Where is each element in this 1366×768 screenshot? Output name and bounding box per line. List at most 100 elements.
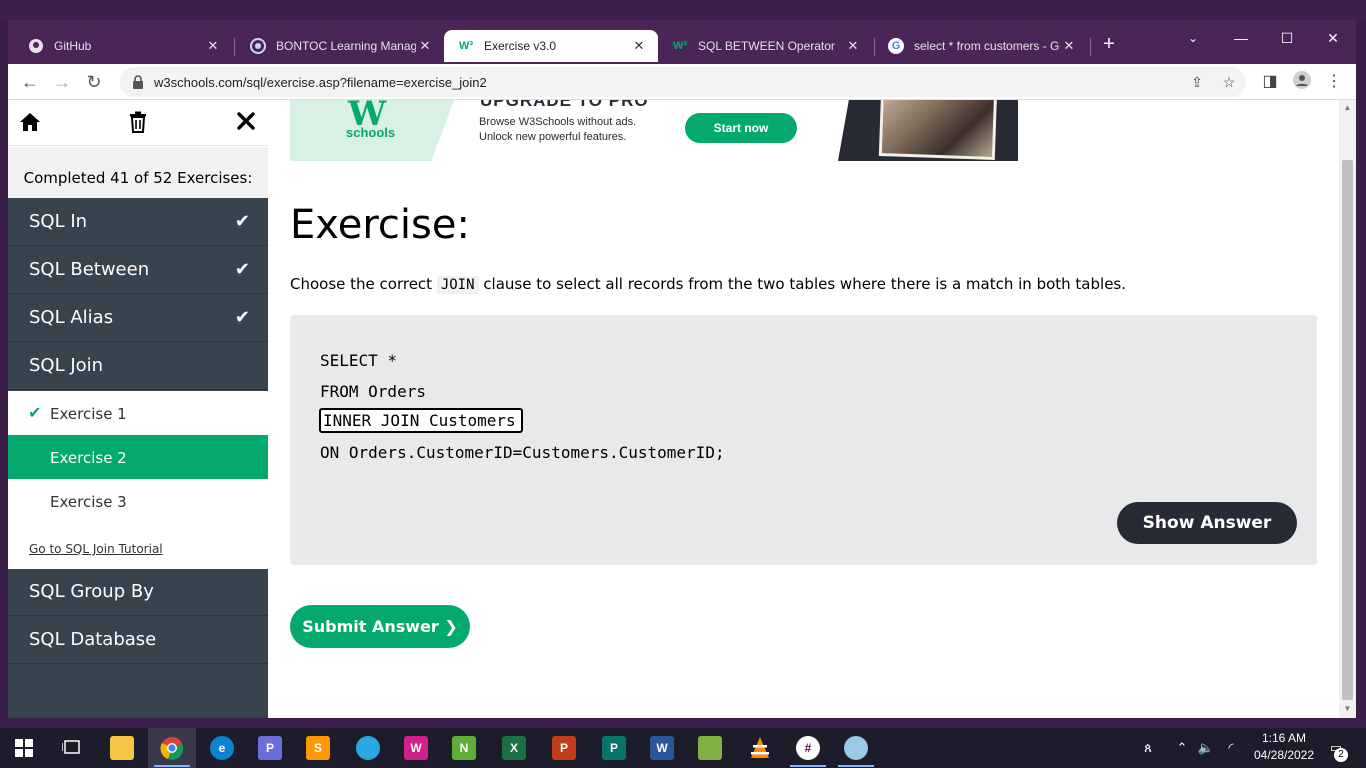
tab-google-search[interactable]: G select * from customers - Go ✕ [874, 30, 1088, 62]
vertical-scrollbar[interactable]: ▲ ▼ [1339, 100, 1356, 718]
app-icon-blue[interactable] [344, 728, 392, 768]
side-panel-icon[interactable]: ◨ [1258, 70, 1282, 94]
desktop-background-bottom [0, 718, 1366, 728]
reload-icon[interactable]: ↻ [82, 70, 106, 94]
sidebar-exercise-3[interactable]: Exercise 3 [8, 479, 268, 528]
maximize-button[interactable]: ☐ [1272, 26, 1302, 50]
menu-kebab-icon[interactable]: ⋮ [1322, 70, 1346, 94]
webstorm-icon[interactable]: W [392, 728, 440, 768]
w3schools-icon: W³ [672, 40, 688, 52]
ad-description: Browse W3Schools without ads. [479, 116, 637, 128]
file-explorer-icon[interactable] [98, 728, 146, 768]
tab-title: Exercise v3.0 [484, 39, 557, 53]
exercise-label: Exercise 1 [50, 405, 127, 423]
close-tab-icon[interactable]: ✕ [204, 38, 222, 54]
sidebar-item-label: SQL Database [29, 629, 157, 650]
new-tab-button[interactable]: + [1098, 34, 1120, 56]
sidebar-item-label: SQL Alias [29, 307, 114, 328]
tutorial-link-row: Go to SQL Join Tutorial [8, 528, 268, 569]
sidebar-item-sql-database[interactable]: SQL Database [8, 617, 268, 664]
sidebar-exercise-1[interactable]: ✔ Exercise 1 [8, 391, 268, 435]
sidebar-item-label: SQL In [29, 211, 88, 232]
w3schools-icon: W³ [458, 40, 474, 52]
tab-title: SQL BETWEEN Operator [698, 39, 835, 53]
start-button[interactable] [0, 728, 48, 768]
app-icon-green[interactable] [686, 728, 734, 768]
excel-icon[interactable]: X [490, 728, 538, 768]
edge-icon[interactable]: e [198, 728, 246, 768]
tutorial-link[interactable]: Go to SQL Join Tutorial [29, 542, 163, 556]
scroll-up-arrow-icon[interactable]: ▲ [1342, 103, 1353, 113]
sidebar-header: Completed 41 of 52 Exercises: [8, 100, 268, 198]
checkmark-icon: ✔ [234, 259, 250, 280]
sidebar-exercise-2[interactable]: Exercise 2 [8, 435, 268, 479]
sidebar-item-sql-in[interactable]: SQL In ✔ [8, 199, 268, 246]
powerpoint-icon[interactable]: P [540, 728, 588, 768]
task-view-icon[interactable] [48, 728, 96, 768]
minimize-button[interactable]: — [1226, 26, 1256, 50]
browser-window: GitHub ✕ BONTOC Learning Managem ✕ W³ Ex… [8, 20, 1356, 718]
ad-headline: UPGRADE TO PRO [480, 100, 649, 110]
slack-icon[interactable]: # [784, 728, 832, 768]
submit-answer-button[interactable]: Submit Answer ❯ [290, 605, 470, 648]
close-tab-icon[interactable]: ✕ [844, 38, 862, 54]
share-icon[interactable]: ⇪ [1186, 71, 1208, 93]
clock-time[interactable]: 1:16 AM [1250, 731, 1318, 745]
sidebar-item-label: SQL Join [29, 355, 104, 376]
volume-icon[interactable]: 🔈 [1196, 738, 1216, 758]
start-now-button[interactable]: Start now [685, 113, 797, 143]
tab-title: GitHub [54, 39, 92, 53]
profile-avatar-icon[interactable] [1290, 70, 1314, 94]
sublime-text-icon[interactable]: S [294, 728, 342, 768]
sidebar-item-sql-join[interactable]: SQL Join [8, 343, 268, 390]
notification-count-badge: 2 [1334, 748, 1348, 762]
notepad-icon[interactable]: N [440, 728, 488, 768]
sidebar-item-sql-alias[interactable]: SQL Alias ✔ [8, 295, 268, 342]
sidebar-toolbar [8, 100, 268, 146]
trash-icon[interactable] [126, 111, 150, 135]
sidebar-item-sql-group-by[interactable]: SQL Group By [8, 569, 268, 616]
wifi-icon[interactable]: ◜ [1220, 738, 1242, 758]
clock-date[interactable]: 04/28/2022 [1245, 748, 1323, 762]
scrollbar-thumb[interactable] [1342, 160, 1353, 700]
back-arrow-icon[interactable]: ← [18, 70, 42, 94]
exercise-label: Exercise 3 [50, 493, 127, 511]
tab-bontoc[interactable]: BONTOC Learning Managem ✕ [236, 30, 444, 62]
desktop-background-top [0, 0, 1366, 20]
home-icon[interactable] [18, 111, 42, 135]
word-icon[interactable]: W [638, 728, 686, 768]
address-bar[interactable]: w3schools.com/sql/exercise.asp?filename=… [120, 67, 1246, 97]
progress-text: Completed 41 of 52 Exercises: [23, 169, 253, 187]
tray-expand-chevron-icon[interactable]: ⌃ [1174, 738, 1190, 758]
answer-input[interactable] [319, 408, 523, 433]
ad-description: Unlock new powerful features. [479, 131, 627, 143]
paint-palette-icon[interactable] [832, 728, 880, 768]
sidebar-item-sql-between[interactable]: SQL Between ✔ [8, 247, 268, 294]
code-line: ON Orders.CustomerID=Customers.CustomerI… [320, 443, 725, 462]
close-tab-icon[interactable]: ✕ [630, 38, 648, 54]
browser-toolbar: ← → ↻ w3schools.com/sql/exercise.asp?fil… [8, 64, 1356, 100]
ad-photo [878, 100, 998, 161]
close-window-button[interactable]: ✕ [1318, 26, 1348, 50]
forward-arrow-icon[interactable]: → [50, 70, 74, 94]
vlc-icon[interactable] [736, 728, 784, 768]
bookmark-star-icon[interactable]: ☆ [1218, 71, 1240, 93]
tab-github[interactable]: GitHub ✕ [14, 30, 232, 62]
people-icon[interactable]: ጰ [1138, 738, 1158, 758]
ad-banner[interactable]: W schools UPGRADE TO PRO Browse W3School… [290, 100, 1018, 161]
publisher-icon[interactable]: P [590, 728, 638, 768]
close-icon[interactable] [234, 111, 258, 135]
close-tab-icon[interactable]: ✕ [1060, 38, 1078, 54]
scroll-down-arrow-icon[interactable]: ▼ [1342, 704, 1353, 714]
chrome-icon[interactable] [148, 728, 196, 768]
paint-app-icon[interactable]: P [246, 728, 294, 768]
tab-divider [1090, 38, 1091, 56]
show-answer-button[interactable]: Show Answer [1117, 502, 1297, 544]
tab-search-chevron-icon[interactable]: ⌄ [1178, 26, 1208, 50]
close-tab-icon[interactable]: ✕ [416, 38, 434, 54]
google-icon: G [888, 38, 904, 54]
tab-exercise[interactable]: W³ Exercise v3.0 ✕ [444, 30, 658, 62]
exercise-sidebar: Completed 41 of 52 Exercises: SQL In ✔ S… [8, 100, 268, 718]
tab-sql-between[interactable]: W³ SQL BETWEEN Operator ✕ [658, 30, 872, 62]
instruction-text: clause to select all records from the tw… [478, 275, 1127, 293]
